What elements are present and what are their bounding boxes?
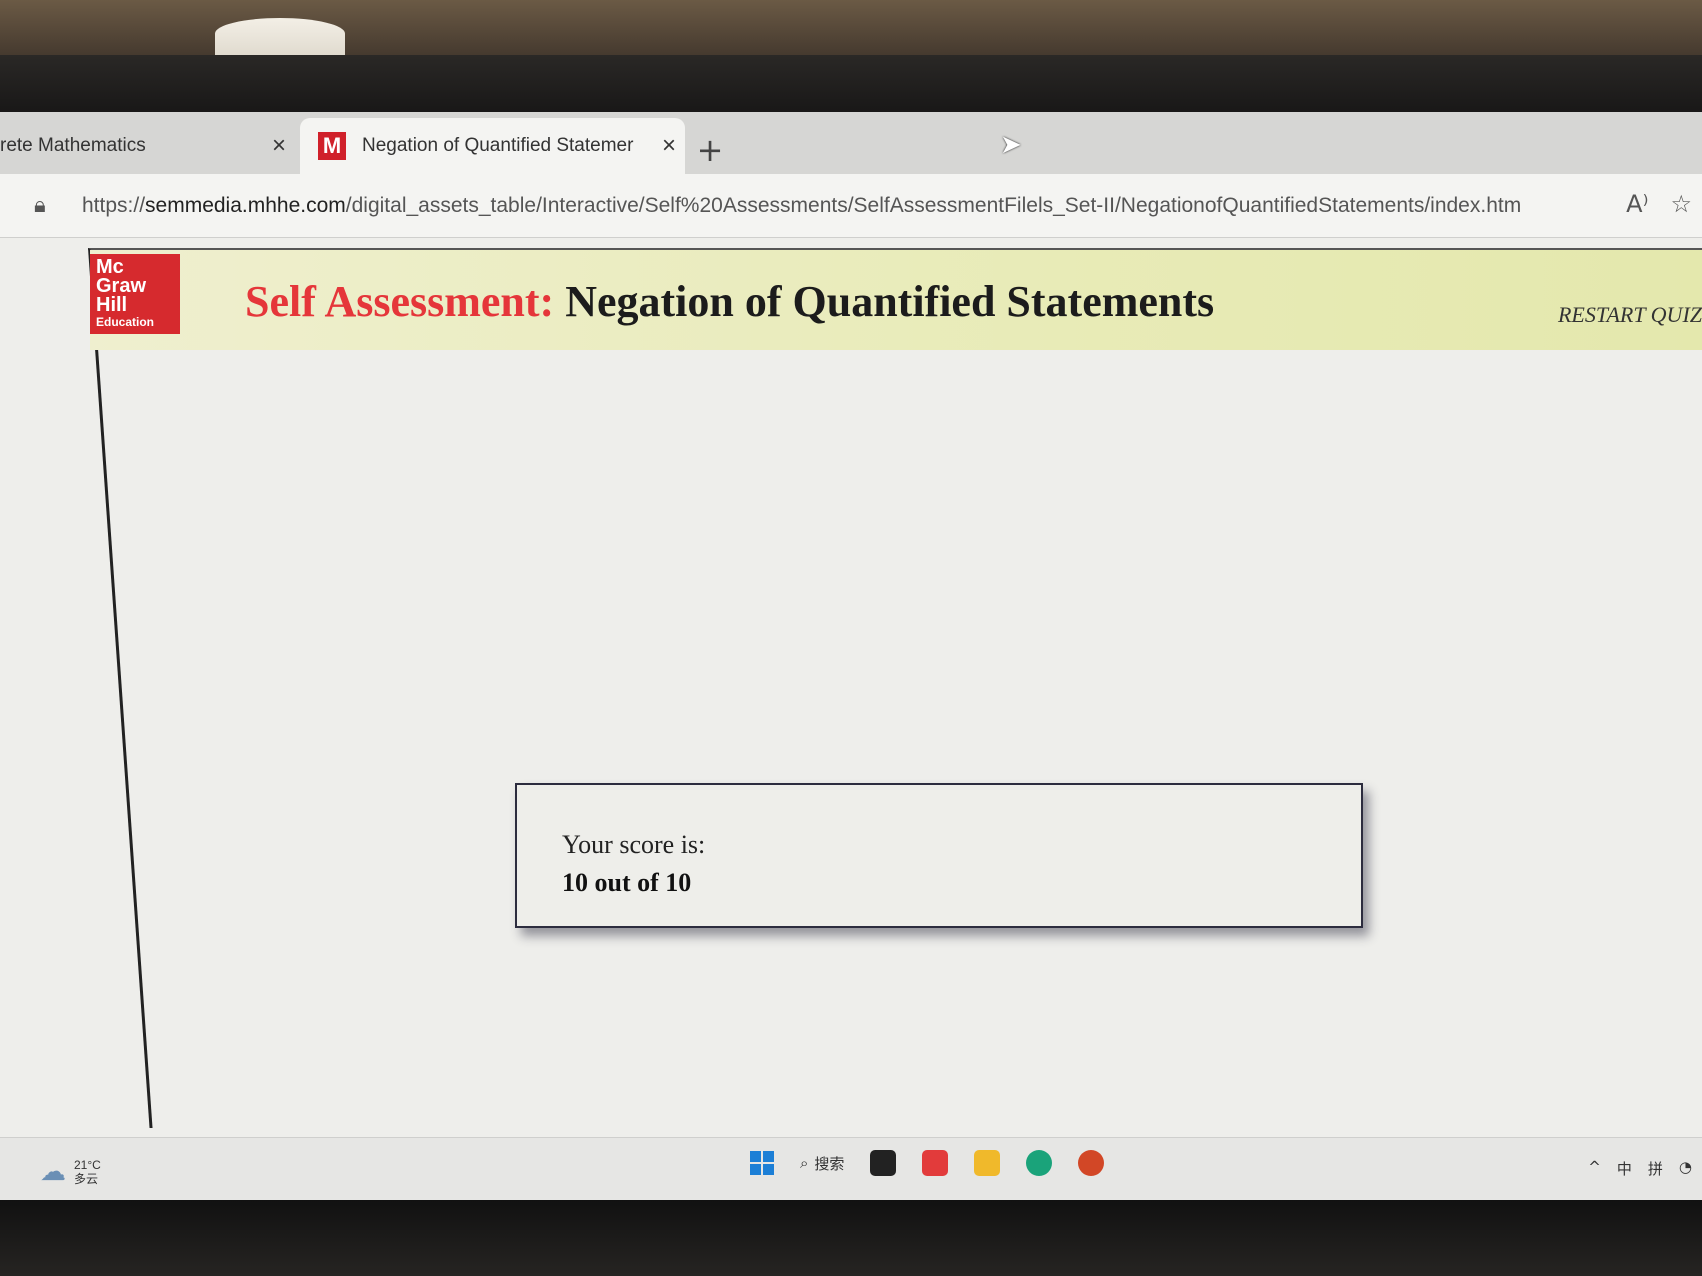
powerpoint-icon[interactable] xyxy=(1078,1150,1105,1176)
netease-music-icon[interactable] xyxy=(922,1150,949,1176)
weather-desc: 多云 xyxy=(74,1171,99,1186)
page-content: Mc Graw Hill Education Self Assessment: … xyxy=(0,238,1702,1138)
tab-title: rete Mathematics xyxy=(0,135,146,156)
tab-title: Negation of Quantified Statemer xyxy=(362,135,634,156)
lock-icon[interactable]: 🔒︎ xyxy=(34,193,58,218)
windows-start-icon[interactable] xyxy=(750,1151,774,1175)
taskbar-search[interactable]: ⌕ 搜索 xyxy=(800,1153,844,1174)
address-bar: 🔒︎ https://semmedia.mhhe.com/digital_ass… xyxy=(0,174,1702,238)
edge-browser-icon[interactable] xyxy=(1026,1150,1053,1176)
cloud-icon: ☁ xyxy=(40,1156,66,1186)
score-box: Your score is: 10 out of 10 xyxy=(515,783,1363,928)
url-path: /digital_assets_table/Interactive/Self%2… xyxy=(345,193,1522,217)
restart-quiz-button[interactable]: RESTART QUIZ xyxy=(1558,302,1702,328)
close-icon[interactable]: × xyxy=(653,132,685,160)
wifi-icon[interactable]: ◔ xyxy=(1679,1158,1692,1179)
logo-text: Hill xyxy=(96,294,128,316)
score-value: 10 out of 10 xyxy=(562,868,692,897)
search-label: 搜索 xyxy=(814,1155,845,1173)
ime-mode-indicator[interactable]: 拼 xyxy=(1648,1158,1663,1179)
tray-overflow-icon[interactable]: ^ xyxy=(1588,1158,1601,1179)
system-tray: ^ 中 拼 ◔ xyxy=(1588,1158,1692,1179)
url-prefix: https:// xyxy=(82,193,146,217)
score-label: Your score is: xyxy=(562,830,706,859)
tab-strip: rete Mathematics × M Negation of Quantif… xyxy=(0,112,1702,174)
favorites-icon[interactable]: ☆ xyxy=(1670,190,1692,218)
weather-temp: 21°C xyxy=(74,1157,101,1172)
weather-widget[interactable]: ☁ 21°C 多云 xyxy=(40,1156,101,1187)
file-explorer-icon[interactable] xyxy=(974,1150,1001,1176)
page-title: Self Assessment: Negation of Quantified … xyxy=(245,276,1214,327)
task-view-icon[interactable] xyxy=(870,1150,897,1176)
header-banner: Mc Graw Hill Education Self Assessment: … xyxy=(90,250,1702,350)
mouse-cursor-icon: ➤ xyxy=(1000,130,1022,160)
title-prefix: Self Assessment: xyxy=(245,277,555,326)
url-host: semmedia.mhhe.com xyxy=(145,193,346,217)
taskbar: ☁ 21°C 多云 ⌕ 搜索 ^ 中 拼 ◔ xyxy=(0,1137,1702,1202)
tab-discrete-mathematics[interactable]: rete Mathematics × xyxy=(0,118,295,174)
laptop-bezel-bottom xyxy=(0,1200,1702,1276)
page-frame xyxy=(88,248,1702,1128)
new-tab-button[interactable]: + xyxy=(690,130,730,170)
close-icon[interactable]: × xyxy=(263,132,295,160)
logo-text: Education xyxy=(96,315,155,329)
url-field[interactable]: https://semmedia.mhhe.com/digital_assets… xyxy=(82,194,1522,218)
ime-language-indicator[interactable]: 中 xyxy=(1617,1158,1632,1179)
read-aloud-icon[interactable]: A⁾ xyxy=(1626,190,1648,218)
screen: rete Mathematics × M Negation of Quantif… xyxy=(0,112,1702,1202)
tab-negation-quantified[interactable]: M Negation of Quantified Statemer × xyxy=(300,118,685,174)
search-icon: ⌕ xyxy=(800,1154,809,1172)
mcgraw-hill-logo: Mc Graw Hill Education xyxy=(90,254,180,334)
mcgraw-hill-favicon-icon: M xyxy=(318,132,346,160)
title-topic: Negation of Quantified Statements xyxy=(565,277,1215,326)
